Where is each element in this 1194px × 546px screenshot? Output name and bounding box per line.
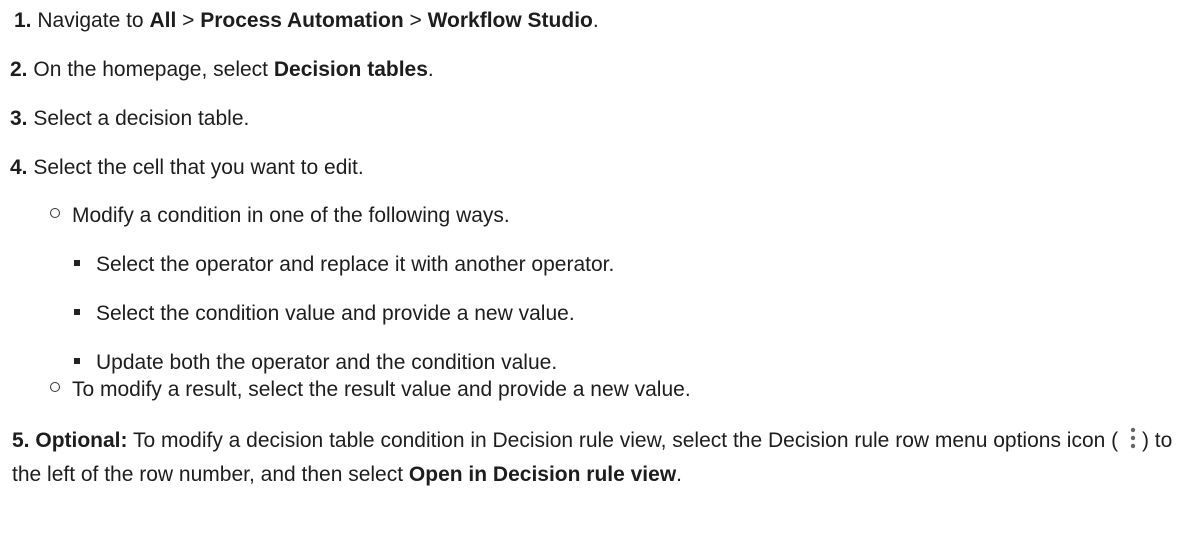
step-text: Select a decision table. — [33, 107, 250, 130]
list-item: Select the operator and replace it with … — [74, 250, 614, 280]
list-item: Select the condition value and provide a… — [74, 299, 575, 329]
step-3: 3. Select a decision table. — [10, 104, 249, 134]
instructions-document: 1. Navigate to All > Process Automation … — [0, 0, 1194, 546]
step-5: 5. Optional: To modify a decision table … — [0, 424, 1192, 492]
list-item: Update both the operator and the conditi… — [74, 348, 557, 378]
step-number: 4. — [10, 156, 28, 179]
step-4: 4. Select the cell that you want to edit… — [10, 153, 364, 183]
list-item-text: Update both the operator and the conditi… — [96, 351, 558, 374]
text-run: . — [427, 58, 434, 81]
step-2: 2. On the homepage, select Decision tabl… — [10, 55, 434, 85]
menu-process-automation: Process Automation — [200, 9, 404, 32]
vertical-dots-icon — [1130, 427, 1136, 449]
circle-bullet-icon — [50, 382, 60, 392]
step-text: On the homepage, select Decision tables. — [33, 58, 433, 81]
step-number: 1. — [14, 9, 32, 32]
step-1: 1. Navigate to All > Process Automation … — [14, 6, 599, 36]
step-number: 5. — [12, 429, 30, 452]
step-text: Select the cell that you want to edit. — [33, 156, 364, 179]
optional-label: Optional: — [35, 429, 128, 452]
text-run: Navigate to — [37, 9, 150, 32]
square-bullet-icon — [74, 260, 80, 266]
text-run: . — [592, 9, 599, 32]
square-bullet-icon — [74, 309, 80, 315]
menu-workflow-studio: Workflow Studio — [427, 9, 593, 32]
decision-tables-label: Decision tables — [273, 58, 428, 81]
menu-all: All — [149, 9, 177, 32]
text-run: On the homepage, select — [33, 58, 274, 81]
list-item-text: Modify a condition in one of the followi… — [72, 204, 510, 227]
list-item-text: Select the condition value and provide a… — [96, 302, 575, 325]
square-bullet-icon — [74, 358, 80, 364]
list-item: To modify a result, select the result va… — [50, 375, 691, 405]
text-run: > — [176, 9, 201, 32]
text-run: > — [403, 9, 428, 32]
step-text: Navigate to All > Process Automation > W… — [37, 9, 598, 32]
list-item-text: To modify a result, select the result va… — [72, 378, 691, 401]
step-text: To modify a decision table condition in … — [127, 429, 1119, 452]
open-in-decision-rule-view-label: Open in Decision rule view — [408, 463, 677, 486]
list-item: Modify a condition in one of the followi… — [50, 201, 510, 231]
list-item-text: Select the operator and replace it with … — [96, 253, 615, 276]
circle-bullet-icon — [50, 208, 60, 218]
step-number: 2. — [10, 58, 28, 81]
text-run: . — [676, 463, 683, 486]
step-number: 3. — [10, 107, 28, 130]
